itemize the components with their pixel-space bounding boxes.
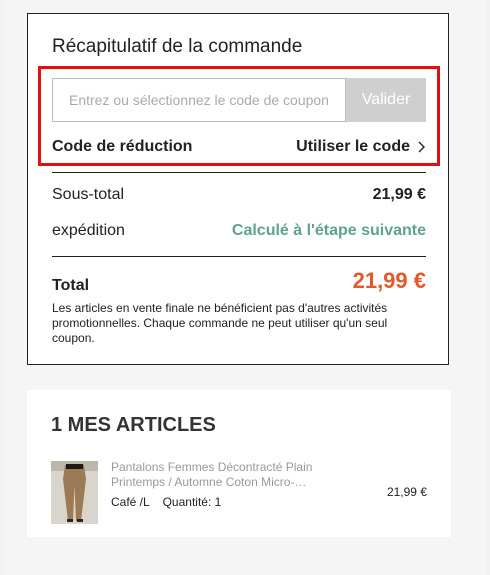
subtotal-row: Sous-total 21,99 € <box>52 186 426 204</box>
coupon-input[interactable] <box>52 78 346 122</box>
shipping-value: Calculé à l'étape suivante <box>231 222 426 239</box>
use-code-label: Utiliser le code <box>296 138 410 155</box>
product-quantity: Quantité: 1 <box>162 495 222 509</box>
total-value: 21,99 € <box>352 268 426 293</box>
product-name-link[interactable]: Pantalons Femmes Décontracté Plain Print… <box>111 460 331 490</box>
shipping-label: expédition <box>52 222 125 239</box>
divider <box>52 172 426 173</box>
my-items-card: 1 MES ARTICLES Pantalons Femmes Décontra… <box>27 390 451 537</box>
promo-notice: Les articles en vente finale ne bénéfici… <box>52 301 388 345</box>
order-summary-card: Récapitulatif de la commande Valider Cod… <box>27 13 449 365</box>
total-label: Total <box>52 277 90 294</box>
shipping-row: expédition Calculé à l'étape suivante <box>52 222 426 240</box>
apply-coupon-button[interactable]: Valider <box>346 78 426 122</box>
my-items-title: 1 MES ARTICLES <box>51 414 216 436</box>
product-thumbnail[interactable] <box>51 461 98 524</box>
order-summary-title: Récapitulatif de la commande <box>52 36 303 57</box>
divider <box>52 256 426 257</box>
product-meta: Café /L Quantité: 1 <box>111 495 221 509</box>
chevron-right-icon <box>418 141 425 153</box>
product-variant: Café /L <box>111 495 150 509</box>
subtotal-label: Sous-total <box>52 186 125 203</box>
discount-code-row: Code de réduction Utiliser le code <box>52 136 426 158</box>
use-code-link[interactable]: Utiliser le code <box>296 138 426 156</box>
product-price: 21,99 € <box>386 485 427 499</box>
discount-code-label: Code de réduction <box>52 138 193 155</box>
subtotal-value: 21,99 € <box>372 186 426 203</box>
product-image <box>51 461 98 524</box>
total-row: Total 21,99 € <box>52 266 426 296</box>
